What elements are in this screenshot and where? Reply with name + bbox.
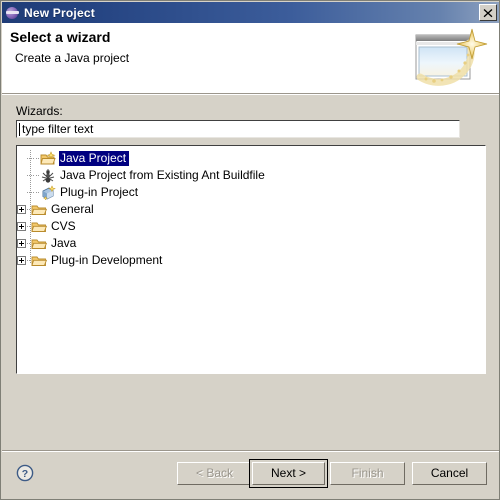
tree-item-java[interactable]: Java (17, 235, 485, 252)
tree-leaf-connector (26, 150, 36, 167)
tree-item-label: Plug-in Project (60, 185, 139, 199)
tree-item-java-project[interactable]: Java Project (17, 150, 485, 167)
wizard-sparkle-window-icon (415, 28, 488, 86)
folder-icon (31, 202, 47, 218)
close-icon (483, 8, 493, 17)
cancel-button[interactable]: Cancel (412, 462, 487, 485)
wizard-tree[interactable]: Java Project Java Project from Existing … (16, 145, 486, 374)
tree-leaf-connector (26, 167, 36, 184)
next-button[interactable]: Next > (252, 462, 325, 485)
tree-item-label: Java Project from Existing Ant Buildfile (60, 168, 265, 182)
folder-icon (31, 253, 47, 269)
filter-input[interactable] (16, 120, 460, 138)
expand-toggle-icon[interactable] (17, 239, 26, 248)
tree-item-label: CVS (51, 219, 76, 233)
close-button[interactable] (479, 4, 497, 21)
ant-icon (40, 168, 56, 184)
new-project-dialog: New Project Select a wizard Create a Jav… (0, 0, 500, 500)
page-title: Select a wizard (10, 29, 111, 45)
tree-item-label: Java Project (59, 151, 130, 166)
tree-item-plugin-development[interactable]: Plug-in Development (17, 252, 485, 269)
dialog-header: Select a wizard Create a Java project (2, 23, 499, 93)
tree-item-java-project-from-ant[interactable]: Java Project from Existing Ant Buildfile (17, 167, 485, 184)
tree-item-label: General (51, 202, 94, 216)
java-project-icon (40, 150, 56, 167)
dialog-button-bar: ? < Back Next > Finish Cancel (2, 450, 499, 499)
dialog-body: Wizards: Jav (2, 95, 499, 450)
tree-leaf-connector (26, 184, 36, 201)
tree-item-general[interactable]: General (17, 201, 485, 218)
wizards-label: Wizards: (16, 104, 63, 118)
folder-icon (31, 219, 47, 235)
window-title: New Project (24, 5, 95, 20)
title-bar: New Project (2, 2, 499, 23)
tree-item-plugin-project[interactable]: Plug-in Project (17, 184, 485, 201)
help-question-icon[interactable]: ? (16, 464, 34, 482)
tree-item-label: Java (51, 236, 77, 250)
wizard-tree-content: Java Project Java Project from Existing … (17, 146, 485, 269)
tree-item-cvs[interactable]: CVS (17, 218, 485, 235)
finish-button[interactable]: Finish (330, 462, 405, 485)
text-caret (19, 123, 20, 136)
page-description: Create a Java project (15, 51, 130, 65)
expand-toggle-icon[interactable] (17, 205, 26, 214)
plugin-project-icon (40, 184, 56, 201)
expand-toggle-icon[interactable] (17, 222, 26, 231)
next-button-focus-ring: Next > (249, 459, 328, 488)
expand-toggle-icon[interactable] (17, 256, 26, 265)
back-button[interactable]: < Back (177, 462, 252, 485)
folder-icon (31, 236, 47, 252)
svg-text:?: ? (22, 468, 28, 480)
eclipse-icon (6, 6, 20, 20)
tree-item-label: Plug-in Development (51, 253, 163, 267)
